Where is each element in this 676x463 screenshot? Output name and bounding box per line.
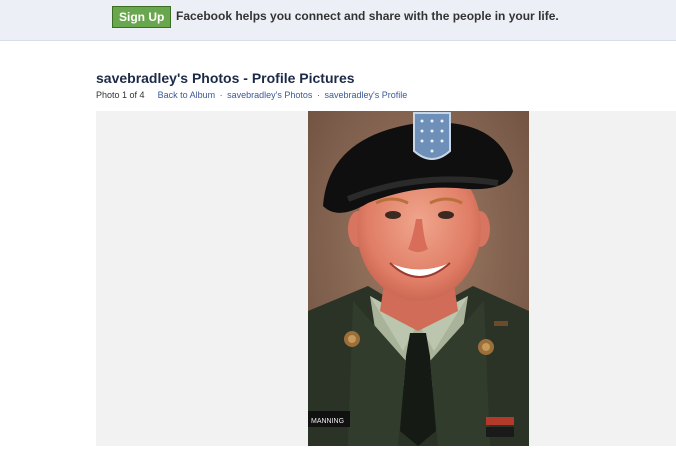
photo-navigation: Photo 1 of 4 Back to Album · savebradley… xyxy=(96,90,407,100)
user-profile-link[interactable]: savebradley's Profile xyxy=(324,90,407,100)
photo-viewer: MANNING xyxy=(96,111,676,446)
page-title: savebradley's Photos - Profile Pictures xyxy=(96,70,355,86)
sign-up-button[interactable]: Sign Up xyxy=(112,6,172,28)
separator: · xyxy=(316,90,320,100)
separator: · xyxy=(219,90,223,100)
back-to-album-link[interactable]: Back to Album xyxy=(158,90,216,100)
top-bar: Sign Up Facebook helps you connect and s… xyxy=(0,0,676,41)
portrait-illustration: MANNING xyxy=(308,111,529,446)
photo-counter: Photo 1 of 4 xyxy=(96,90,145,100)
user-photos-link[interactable]: savebradley's Photos xyxy=(227,90,312,100)
uniform-nametag: MANNING xyxy=(311,418,344,425)
facebook-tagline: Facebook helps you connect and share wit… xyxy=(176,9,559,23)
profile-photo[interactable]: MANNING xyxy=(308,111,529,446)
